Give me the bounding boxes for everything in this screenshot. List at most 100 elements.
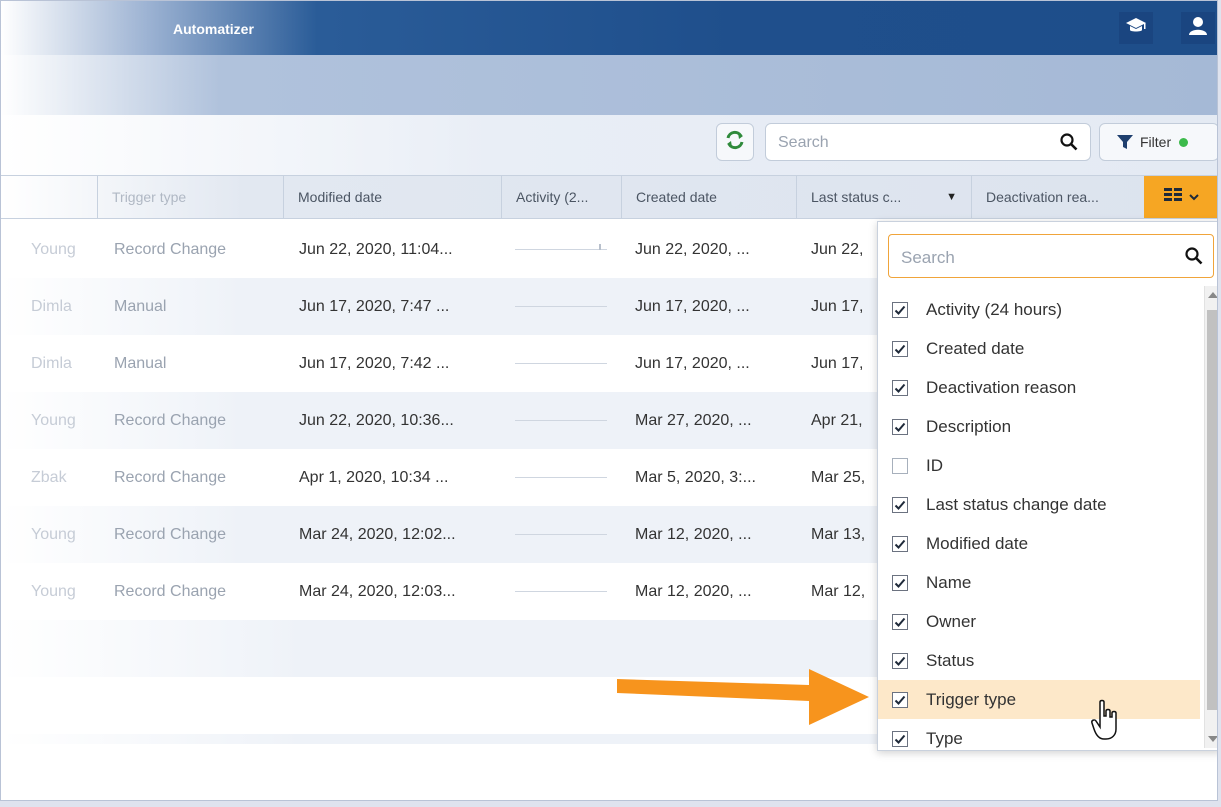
filter-button[interactable]: Filter: [1099, 123, 1217, 161]
column-option[interactable]: Type: [878, 719, 1200, 750]
created-cell: Jun 17, 2020, ...: [635, 298, 750, 315]
refresh-icon: [724, 129, 746, 156]
last-status-cell: Jun 17,: [811, 355, 864, 372]
column-list-scrollbar[interactable]: [1204, 286, 1217, 748]
trigger-cell: Manual: [114, 355, 167, 372]
column-option[interactable]: Activity (24 hours): [878, 290, 1200, 329]
column-option-label: Owner: [926, 611, 977, 631]
search-box: [765, 123, 1091, 161]
column-header-deactivation[interactable]: Deactivation rea...: [971, 176, 1146, 218]
checkbox-checked-icon[interactable]: [892, 496, 908, 513]
checkbox-checked-icon[interactable]: [892, 574, 908, 591]
column-option-label: ID: [926, 455, 943, 475]
activity-sparkline: [515, 563, 610, 620]
column-option[interactable]: Trigger type: [878, 680, 1200, 719]
column-option-list: Activity (24 hours) Created date Deactivat…: [878, 290, 1200, 750]
column-option-label: Activity (24 hours): [926, 299, 1063, 319]
owner-cell: Dimla: [31, 298, 72, 315]
scroll-down-icon[interactable]: [1208, 736, 1217, 742]
scroll-up-icon[interactable]: [1208, 292, 1217, 298]
checkbox-checked-icon[interactable]: [892, 730, 908, 747]
column-option-label: Status: [926, 650, 975, 670]
filter-label: Filter: [1140, 134, 1172, 150]
column-option[interactable]: Modified date: [878, 524, 1200, 563]
column-chooser-button[interactable]: [1144, 176, 1217, 218]
owner-cell: Young: [31, 412, 76, 429]
academy-button[interactable]: [1119, 12, 1153, 44]
column-option-label: Last status change date: [926, 494, 1107, 514]
table-header: Trigger type Modified date Activity (2..…: [1, 175, 1217, 219]
checkbox-checked-icon[interactable]: [892, 652, 908, 669]
scrollbar-thumb[interactable]: [1207, 310, 1217, 710]
search-icon: [1185, 247, 1203, 270]
column-picker-dropdown: Activity (24 hours) Created date Deactivat…: [877, 221, 1217, 751]
column-option[interactable]: Owner: [878, 602, 1200, 641]
hand-cursor-icon: [1091, 699, 1121, 746]
column-option[interactable]: ID: [878, 446, 1200, 485]
column-header-owner[interactable]: [1, 176, 97, 218]
user-icon: [1188, 16, 1208, 41]
column-header-last-status-label: Last status c...: [811, 189, 902, 205]
last-status-cell: Jun 17,: [811, 298, 864, 315]
activity-sparkline: [515, 449, 610, 506]
last-status-cell: Mar 13,: [811, 526, 866, 543]
activity-sparkline: [515, 221, 610, 278]
user-button[interactable]: [1181, 12, 1215, 44]
checkbox-checked-icon[interactable]: [892, 535, 908, 552]
checkbox-checked-icon[interactable]: [892, 613, 908, 630]
page-header-band: [1, 55, 1217, 116]
refresh-button[interactable]: [716, 123, 754, 161]
last-status-cell: Apr 21,: [811, 412, 863, 429]
search-icon[interactable]: [1060, 133, 1078, 156]
trigger-cell: Manual: [114, 298, 167, 315]
column-header-activity[interactable]: Activity (2...: [501, 176, 621, 218]
column-header-created-date[interactable]: Created date: [621, 176, 796, 218]
column-option[interactable]: Deactivation reason: [878, 368, 1200, 407]
column-option-label: Description: [926, 416, 1012, 436]
top-bar: Automatizer: [1, 1, 1217, 55]
activity-sparkline: [515, 278, 610, 335]
column-header-trigger-type[interactable]: Trigger type: [97, 176, 283, 218]
modified-cell: Mar 24, 2020, 12:03...: [299, 583, 456, 600]
modified-cell: Apr 1, 2020, 10:34 ...: [299, 469, 449, 486]
search-input[interactable]: [776, 132, 1050, 154]
activity-sparkline: [515, 392, 610, 449]
trigger-cell: Record Change: [114, 526, 227, 543]
checkbox-checked-icon[interactable]: [892, 301, 908, 318]
trigger-cell: Record Change: [114, 469, 227, 486]
owner-cell: Dimla: [31, 355, 72, 372]
column-option[interactable]: Created date: [878, 329, 1200, 368]
checkbox-checked-icon[interactable]: [892, 379, 908, 396]
column-option[interactable]: Name: [878, 563, 1200, 602]
created-cell: Mar 12, 2020, ...: [635, 526, 752, 543]
modified-cell: Jun 22, 2020, 10:36...: [299, 412, 454, 429]
column-option-label: Deactivation reason: [926, 377, 1077, 397]
activity-sparkline: [515, 506, 610, 563]
columns-icon: [1164, 187, 1184, 208]
app-window: Automatizer Search Filter Trigger type M…: [0, 0, 1218, 801]
sort-desc-icon: ▼: [946, 191, 957, 203]
owner-cell: Zbak: [31, 469, 67, 486]
column-header-modified-date[interactable]: Modified date: [283, 176, 501, 218]
created-cell: Mar 27, 2020, ...: [635, 412, 752, 429]
annotation-arrow-icon: [613, 651, 871, 732]
graduation-cap-icon: [1125, 16, 1147, 41]
owner-cell: Young: [31, 241, 76, 258]
modified-cell: Jun 22, 2020, 11:04...: [299, 241, 453, 258]
filter-status-dot: [1179, 137, 1189, 147]
created-cell: Mar 12, 2020, ...: [635, 583, 752, 600]
checkbox-checked-icon[interactable]: [892, 418, 908, 435]
column-option[interactable]: Description: [878, 407, 1200, 446]
column-option[interactable]: Status: [878, 641, 1200, 680]
activity-sparkline: [515, 335, 610, 392]
chevron-down-icon: [1189, 193, 1199, 201]
column-header-last-status[interactable]: Last status c... ▼: [796, 176, 971, 218]
created-cell: Jun 17, 2020, ...: [635, 355, 750, 372]
column-search-input[interactable]: [899, 246, 1173, 270]
column-option[interactable]: Last status change date: [878, 485, 1200, 524]
checkbox-unchecked-icon[interactable]: [892, 457, 908, 474]
checkbox-checked-icon[interactable]: [892, 340, 908, 357]
checkbox-checked-icon[interactable]: [892, 691, 908, 708]
owner-cell: Young: [31, 583, 76, 600]
last-status-cell: Mar 12,: [811, 583, 866, 600]
